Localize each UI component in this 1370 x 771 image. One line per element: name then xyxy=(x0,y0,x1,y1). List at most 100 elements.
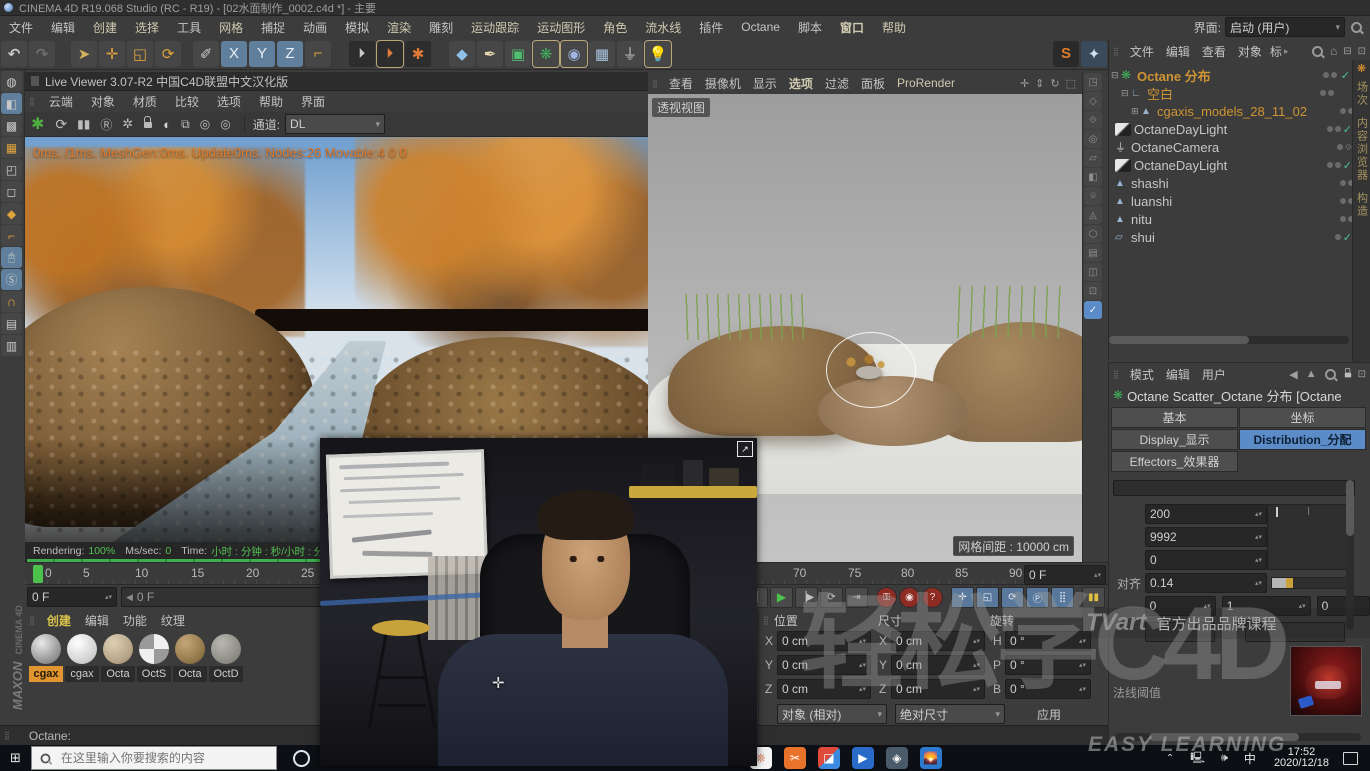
row5-field-2[interactable]: 1▴▾ xyxy=(1222,596,1311,616)
vp-menu-panel[interactable]: 面板 xyxy=(855,75,891,92)
menu-tools[interactable]: 工具 xyxy=(168,19,210,36)
am-lock-icon[interactable] xyxy=(1344,367,1352,381)
tree-row-daylight-2[interactable]: OctaneDayLight ✓☀ xyxy=(1109,156,1370,174)
lv-menu-options[interactable]: 选项 xyxy=(208,93,250,110)
menu-snap[interactable]: 捕捉 xyxy=(252,19,294,36)
tab-effectors[interactable]: Effectors_效果器 xyxy=(1111,451,1238,472)
lv-menu-materials[interactable]: 材质 xyxy=(124,93,166,110)
vp-menu-view[interactable]: 查看 xyxy=(663,75,699,92)
add-primitive-button[interactable]: ◆ xyxy=(449,41,475,67)
key-position-toggle[interactable]: ✛ xyxy=(951,587,974,608)
lv-menu-interface[interactable]: 界面 xyxy=(292,93,334,110)
keyframe-bar-button[interactable]: ▮▮ xyxy=(1082,587,1105,608)
dock-icon-4[interactable]: ◎ xyxy=(1084,130,1102,148)
viewport-grip[interactable]: ⣿ xyxy=(652,79,659,88)
tree-row-daylight-1[interactable]: OctaneDayLight ✓☀ xyxy=(1109,120,1370,138)
am-search-icon[interactable] xyxy=(1325,369,1336,380)
align-slider[interactable] xyxy=(1271,577,1353,589)
key-rotation-toggle[interactable]: ⟳ xyxy=(1001,587,1024,608)
dock-icon-9[interactable]: ⬡ xyxy=(1084,225,1102,243)
om-menu-objects[interactable]: 对象 xyxy=(1232,43,1268,60)
taskbar-app-photos[interactable]: 🌄 xyxy=(920,747,942,769)
play-button[interactable]: ▶ xyxy=(770,587,793,608)
om-menu-tags[interactable]: 标 xyxy=(1268,43,1284,60)
material-item[interactable]: cgax xyxy=(29,634,63,682)
menu-pipeline[interactable]: 流水线 xyxy=(636,19,690,36)
menu-file[interactable]: 文件 xyxy=(0,19,42,36)
octane-render-icon[interactable]: ✱ xyxy=(31,114,44,134)
am-up-icon[interactable]: ▲ xyxy=(1306,368,1317,380)
row5-field-3[interactable]: 0 xyxy=(1317,596,1370,616)
lv-menu-objects[interactable]: 对象 xyxy=(82,93,124,110)
am-horizontal-scrollbar[interactable] xyxy=(1115,733,1361,741)
rotate-tool-button[interactable]: ⟳ xyxy=(155,41,181,67)
om-horizontal-scrollbar[interactable] xyxy=(1109,336,1349,344)
offset-field[interactable]: 0▴▾ xyxy=(1145,550,1267,570)
taskbar-app-capcut[interactable]: ✂ xyxy=(784,747,806,769)
promo-thumbnail[interactable] xyxy=(1290,646,1362,716)
taskbar-search-input[interactable] xyxy=(59,750,253,766)
lv-material-ball-icon[interactable]: ◐ xyxy=(163,117,171,132)
om-search-icon[interactable] xyxy=(1312,46,1323,57)
am-back-icon[interactable]: ◀ xyxy=(1289,368,1297,381)
goto-end-button[interactable]: ⇥ xyxy=(845,587,868,608)
tree-row-nitu[interactable]: ▲ nitu ▦ xyxy=(1109,210,1370,228)
tab-basic[interactable]: 基本 xyxy=(1111,407,1238,428)
tab-distribution[interactable]: Distribution_分配 xyxy=(1239,429,1366,450)
vp-menu-display[interactable]: 显示 xyxy=(747,75,783,92)
dock-icon-11[interactable]: ◫ xyxy=(1084,263,1102,281)
lock-y-axis-button[interactable]: Y xyxy=(249,41,275,67)
am-menu-mode[interactable]: 模式 xyxy=(1124,366,1160,383)
am-grip[interactable]: ⣿ xyxy=(1113,370,1120,379)
dock-icon-10[interactable]: ▤ xyxy=(1084,244,1102,262)
am-slider-track-area[interactable] xyxy=(1267,504,1349,570)
coord-size-dropdown[interactable]: 绝对尺寸▾ xyxy=(895,704,1005,724)
vp-menu-filter[interactable]: 过滤 xyxy=(819,75,855,92)
am-extra-well-1[interactable] xyxy=(1145,622,1215,642)
axis-mode-icon[interactable]: ⌐ xyxy=(1,225,22,246)
enabled-check-icon[interactable]: ✓ xyxy=(1341,69,1350,82)
autokey-button[interactable]: ◉ xyxy=(899,587,920,608)
dock-icon-active[interactable]: ✓ xyxy=(1084,301,1102,319)
add-light-button[interactable]: 💡 xyxy=(645,41,671,67)
selection-tool-button[interactable]: ➤ xyxy=(71,41,97,67)
frame-slider[interactable]: ◀0 F xyxy=(121,587,337,607)
make-editable-mode-icon[interactable]: ◍ xyxy=(1,71,22,92)
menu-simulate[interactable]: 模拟 xyxy=(336,19,378,36)
lv-settings-gear-icon[interactable]: ✲ xyxy=(122,116,133,132)
lv-menu-cloud[interactable]: 云端 xyxy=(40,93,82,110)
dock-icon-7[interactable]: ⌾ xyxy=(1084,187,1102,205)
lv-lock-icon[interactable] xyxy=(144,117,152,131)
menu-script[interactable]: 脚本 xyxy=(789,19,831,36)
model-mode-icon[interactable]: ◧ xyxy=(1,93,22,114)
size-x-field[interactable]: 0 cm▴▾ xyxy=(891,631,985,651)
lv-window-icon[interactable]: ⧉ xyxy=(181,117,190,132)
lv-picker-icon-2[interactable]: ◎ xyxy=(220,117,230,131)
am-menu-edit[interactable]: 编辑 xyxy=(1160,366,1196,383)
webcam-expand-icon[interactable]: ↗ xyxy=(737,441,753,457)
start-button[interactable]: ⊞ xyxy=(10,750,21,766)
menu-edit[interactable]: 编辑 xyxy=(42,19,84,36)
dock-icon-6[interactable]: ◧ xyxy=(1084,168,1102,186)
size-y-field[interactable]: 0 cm▴▾ xyxy=(891,655,985,675)
workplane-lock-icon[interactable]: ▤ xyxy=(1,313,22,334)
interface-search-icon[interactable] xyxy=(1351,22,1362,33)
snap-magnet-icon[interactable]: ∩ xyxy=(1,291,22,312)
tab-structure[interactable]: 构造 xyxy=(1354,192,1370,218)
vp-pan-icon[interactable]: ✛ xyxy=(1020,77,1029,90)
points-mode-icon[interactable]: ◰ xyxy=(1,159,22,180)
coord-mode-dropdown[interactable]: 对象 (相对)▾ xyxy=(777,704,887,724)
material-item[interactable]: Octa xyxy=(173,634,207,682)
vp-maximize-icon[interactable]: ⬚ xyxy=(1066,77,1076,90)
current-frame-field[interactable]: 0 F▴▾ xyxy=(1024,565,1106,585)
menu-select[interactable]: 选择 xyxy=(126,19,168,36)
dock-icon-8[interactable]: ◬ xyxy=(1084,206,1102,224)
taskbar-app-colorful[interactable]: ◪ xyxy=(818,747,840,769)
am-extra-well-2[interactable] xyxy=(1245,622,1345,642)
tab-takes[interactable]: 场次 xyxy=(1354,81,1370,107)
dock-icon-2[interactable]: ◇ xyxy=(1084,92,1102,110)
tray-chevron-icon[interactable]: ⌃ xyxy=(1166,753,1174,764)
row5-field-1[interactable]: 0▴▾ xyxy=(1145,596,1216,616)
menu-character[interactable]: 角色 xyxy=(594,19,636,36)
vp-zoom-icon[interactable]: ⇕ xyxy=(1035,77,1044,90)
